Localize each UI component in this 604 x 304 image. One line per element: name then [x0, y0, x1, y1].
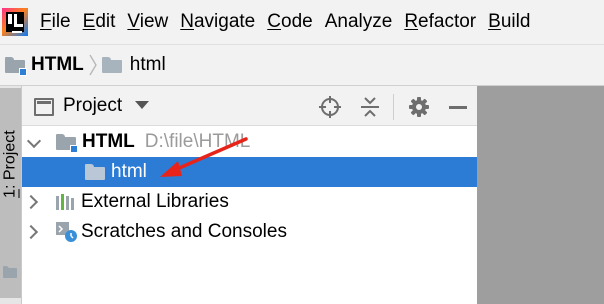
- expand-arrow-icon[interactable]: [26, 196, 38, 208]
- project-window-icon: [34, 98, 54, 116]
- menu-navigate[interactable]: Navigate: [174, 11, 261, 33]
- tree-item-label: HTML: [82, 131, 135, 152]
- tool-window-stripe: 1: Project: [0, 86, 22, 304]
- project-tool-label: 1: Project: [1, 130, 19, 198]
- menu-analyze[interactable]: Analyze: [319, 11, 399, 33]
- project-panel-header: Project: [22, 86, 477, 126]
- tree-item-label: Scratches and Consoles: [81, 221, 287, 242]
- breadcrumb-label: HTML: [31, 54, 84, 75]
- scratches-icon: [55, 221, 79, 243]
- project-view-selector[interactable]: Project: [63, 95, 122, 117]
- menu-edit[interactable]: Edit: [77, 11, 122, 33]
- breadcrumb-item-project[interactable]: HTML: [5, 44, 84, 86]
- breadcrumb: HTML html: [0, 44, 604, 86]
- menu-file[interactable]: File: [40, 11, 77, 33]
- minimize-icon[interactable]: [445, 94, 471, 120]
- crosshair-icon[interactable]: [317, 94, 343, 120]
- intellij-logo-icon: [2, 8, 28, 36]
- menu-refactor[interactable]: Refactor: [398, 11, 482, 33]
- project-folder-icon: [5, 57, 27, 76]
- breadcrumb-item-html[interactable]: html: [101, 44, 166, 86]
- annotation-arrow-icon: [160, 137, 248, 177]
- project-tool-button[interactable]: 1: Project: [0, 88, 21, 298]
- collapse-all-icon[interactable]: [357, 94, 383, 120]
- menu-view[interactable]: View: [121, 11, 174, 33]
- menu-bar: File Edit View Navigate Code Analyze Ref…: [0, 0, 604, 44]
- folder-icon: [3, 266, 17, 278]
- expand-arrow-icon[interactable]: [26, 226, 38, 238]
- toolbar-divider: [393, 94, 394, 120]
- tree-item-label: External Libraries: [81, 191, 229, 212]
- folder-icon: [101, 57, 122, 73]
- editor-area: [477, 86, 604, 304]
- chevron-right-icon: [86, 44, 100, 86]
- tree-item-label: html: [111, 161, 147, 182]
- menu-build[interactable]: Build: [482, 11, 536, 33]
- expand-arrow-icon[interactable]: [28, 136, 40, 148]
- menu-items: File Edit View Navigate Code Analyze Ref…: [40, 0, 536, 44]
- gear-icon[interactable]: [406, 94, 432, 120]
- folder-icon: [85, 164, 105, 180]
- menu-code[interactable]: Code: [261, 11, 318, 33]
- project-folder-icon: [56, 134, 78, 153]
- tree-item-scratches[interactable]: Scratches and Consoles: [22, 217, 477, 247]
- breadcrumb-label: html: [129, 54, 166, 75]
- chevron-down-icon[interactable]: [135, 101, 149, 109]
- libraries-icon: [55, 193, 77, 211]
- project-panel: Project HTML D:\file\HTML html External …: [22, 86, 477, 304]
